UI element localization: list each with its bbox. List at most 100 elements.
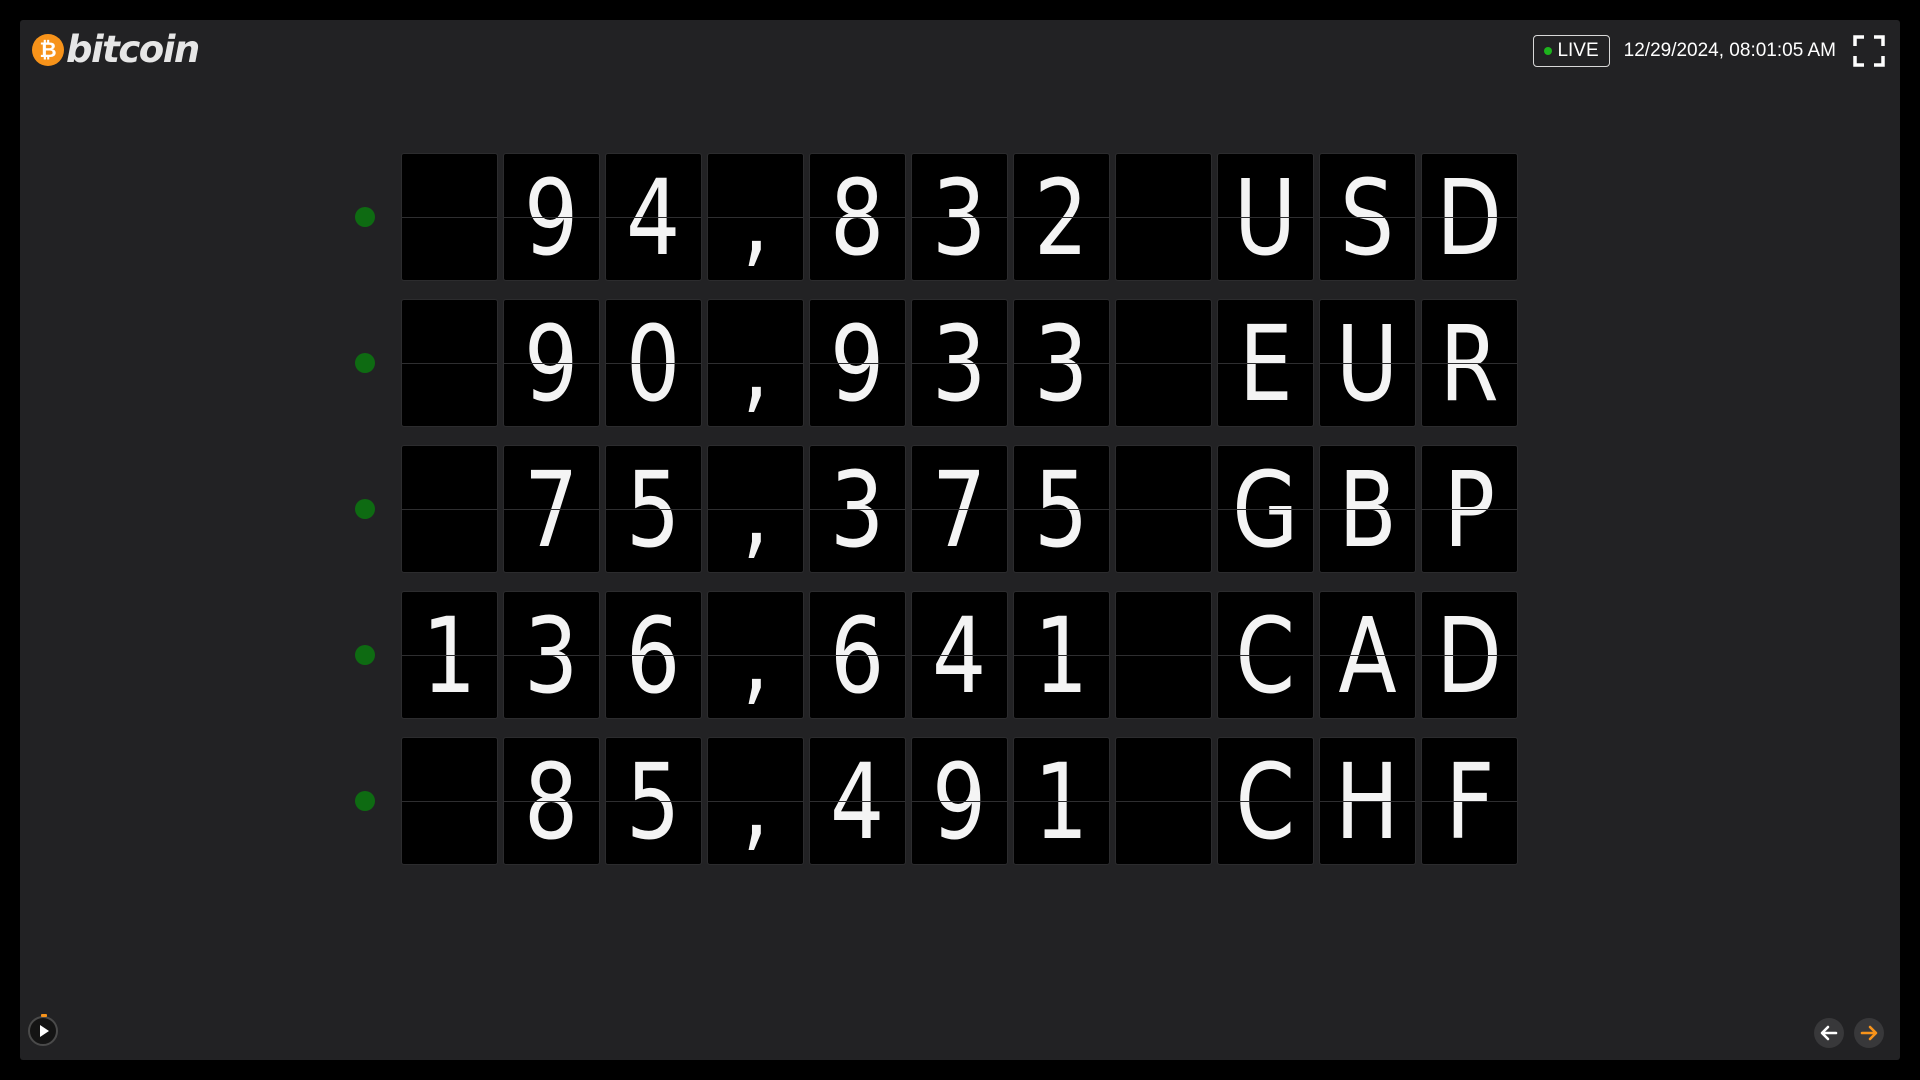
tile-character: U: [1234, 157, 1297, 279]
flap-tile: 3: [503, 591, 600, 719]
tile-character: 7: [932, 449, 987, 571]
flap-tile: [401, 445, 498, 573]
flap-tile: C: [1217, 737, 1314, 865]
arrow-right-icon: [1860, 1025, 1878, 1041]
flap-tile: R: [1421, 299, 1518, 427]
tile-character: F: [1444, 741, 1495, 863]
tile-character: 8: [830, 157, 885, 279]
tile-character: 1: [1034, 741, 1089, 863]
tile-character: U: [1336, 303, 1399, 425]
flap-tile: D: [1421, 591, 1518, 719]
header-controls: LIVE 12/29/2024, 08:01:05 AM: [1533, 34, 1886, 68]
flap-tile: ,: [707, 737, 804, 865]
tile-character: 9: [932, 741, 987, 863]
status-dot-icon: [355, 791, 375, 811]
tile-character: G: [1232, 449, 1299, 571]
flap-tile: ,: [707, 445, 804, 573]
flap-tile: P: [1421, 445, 1518, 573]
tile-character: 9: [524, 157, 579, 279]
next-button[interactable]: [1854, 1018, 1884, 1048]
tile-character: ,: [741, 449, 770, 571]
status-dot-icon: [355, 645, 375, 665]
tile-character: H: [1335, 741, 1400, 863]
tile-character: ,: [741, 157, 770, 279]
flap-tile: [1115, 737, 1212, 865]
tile-character: ,: [741, 303, 770, 425]
status-dot-icon: [355, 353, 375, 373]
tile-character: 8: [524, 741, 579, 863]
header: ₿ bitcoin LIVE 12/29/2024, 08:01:05 AM: [20, 20, 1900, 80]
logo-text: bitcoin: [66, 28, 200, 71]
tile-character: 9: [830, 303, 885, 425]
live-dot-icon: [1544, 47, 1553, 55]
flap-tile: [1115, 299, 1212, 427]
tile-character: 1: [1034, 595, 1089, 717]
tile-character: 0: [626, 303, 681, 425]
tile-character: 2: [1034, 157, 1089, 279]
bitcoin-coin-icon: ₿: [32, 34, 64, 66]
status-dot-icon: [355, 207, 375, 227]
flap-tile: [401, 153, 498, 281]
tile-character: 3: [1034, 303, 1089, 425]
tile-character: ,: [741, 741, 770, 863]
tile-character: B: [1338, 449, 1397, 571]
flap-tile: ,: [707, 591, 804, 719]
arrow-left-icon: [1820, 1025, 1838, 1041]
flap-tile: 6: [809, 591, 906, 719]
status-dot-icon: [355, 499, 375, 519]
flap-tile: A: [1319, 591, 1416, 719]
flap-tile: 5: [1013, 445, 1110, 573]
flap-tile: 1: [401, 591, 498, 719]
tile-character: 7: [524, 449, 579, 571]
tile-character: 9: [524, 303, 579, 425]
flap-tile: S: [1319, 153, 1416, 281]
play-icon: [40, 1025, 49, 1037]
flap-tile: 9: [503, 299, 600, 427]
tile-character: C: [1235, 741, 1296, 863]
autoplay-progress-indicator: [41, 1014, 47, 1017]
tile-character: 5: [626, 449, 681, 571]
flap-tile: [401, 299, 498, 427]
flap-tile: [401, 737, 498, 865]
flap-tile: B: [1319, 445, 1416, 573]
bitcoin-logo: ₿ bitcoin: [32, 28, 200, 71]
flap-tile: ,: [707, 299, 804, 427]
flap-tile: [1115, 445, 1212, 573]
tile-character: 5: [1034, 449, 1089, 571]
flap-tile: 1: [1013, 737, 1110, 865]
tile-character: 3: [932, 157, 987, 279]
flap-tile: 7: [911, 445, 1008, 573]
tile-character: 3: [932, 303, 987, 425]
tile-character: P: [1443, 449, 1496, 571]
display-panel: ₿ bitcoin LIVE 12/29/2024, 08:01:05 AM 9…: [20, 20, 1900, 1060]
tile-character: A: [1338, 595, 1397, 717]
flap-tile: G: [1217, 445, 1314, 573]
tile-character: 4: [932, 595, 987, 717]
flap-tile: ,: [707, 153, 804, 281]
previous-button[interactable]: [1814, 1018, 1844, 1048]
live-badge: LIVE: [1533, 35, 1610, 67]
tile-character: ,: [741, 595, 770, 717]
tile-character: C: [1235, 595, 1296, 717]
flap-tile: 4: [911, 591, 1008, 719]
tile-character: 1: [422, 595, 477, 717]
tile-character: S: [1340, 157, 1395, 279]
fullscreen-button[interactable]: [1852, 34, 1886, 68]
tile-character: 6: [626, 595, 681, 717]
flap-tile: 9: [911, 737, 1008, 865]
tile-character: 4: [626, 157, 681, 279]
flap-tile: 9: [503, 153, 600, 281]
flap-tile: 1: [1013, 591, 1110, 719]
flap-tile: 8: [809, 153, 906, 281]
flap-tile: 3: [911, 299, 1008, 427]
play-button[interactable]: [28, 1014, 58, 1046]
tile-character: E: [1238, 303, 1293, 425]
flap-tile: C: [1217, 591, 1314, 719]
tile-character: 3: [830, 449, 885, 571]
flap-tile: 5: [605, 737, 702, 865]
flap-tile: 2: [1013, 153, 1110, 281]
live-label: LIVE: [1557, 40, 1599, 61]
flap-tile: D: [1421, 153, 1518, 281]
tile-character: 4: [830, 741, 885, 863]
tile-character: 5: [626, 741, 681, 863]
